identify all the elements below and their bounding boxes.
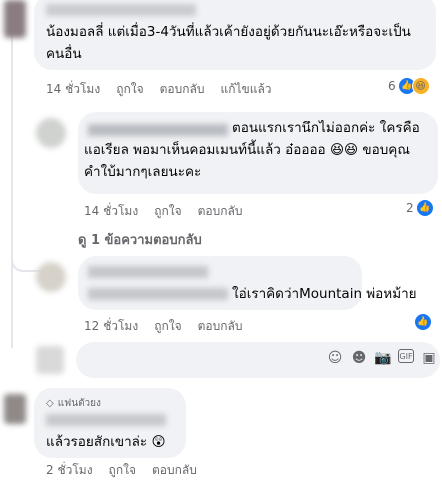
haha-icon: 😆	[411, 77, 430, 95]
composer-toolbar: ☺ ☻ 📷 GIF ▣	[326, 349, 438, 367]
like-icon: 👍	[415, 199, 434, 217]
comment-actions: 14 ชั่วโมง ถูกใจ ตอบกลับ แก้ไขแล้ว	[46, 80, 272, 99]
timestamp[interactable]: 2 ชั่วโมง	[46, 461, 93, 480]
commenter-name[interactable]	[46, 414, 166, 426]
timestamp[interactable]: 12 ชั่วโมง	[84, 317, 138, 336]
reaction-count: 6	[388, 79, 396, 93]
sticker-square-icon[interactable]: ▣	[420, 349, 438, 367]
avatar[interactable]	[36, 262, 66, 292]
top-fan-badge: ◇ แฟนตัวยง	[46, 396, 101, 411]
comment-actions: 12 ชั่วโมง ถูกใจ ตอบกลับ	[84, 317, 242, 336]
comment-text: คนอื่น	[46, 46, 82, 62]
commenter-name[interactable]	[88, 124, 228, 136]
comment-text: คำใบ้มากๆเลยนะคะ	[84, 164, 202, 180]
badge-label: แฟนตัวยง	[57, 398, 101, 409]
like-button[interactable]: ถูกใจ	[116, 80, 143, 99]
reply-button[interactable]: ตอบกลับ	[160, 80, 205, 99]
gif-icon[interactable]: GIF	[398, 349, 414, 363]
thread-line	[11, 18, 13, 348]
comment-text: แล้วรอยสักเขาล่ะ 😲	[46, 434, 166, 450]
reaction-summary[interactable]: 2 👍	[406, 199, 434, 217]
comment-actions: 2 ชั่วโมง ถูกใจ ตอบกลับ	[46, 461, 197, 480]
reply-button[interactable]: ตอบกลับ	[198, 317, 243, 336]
diamond-icon: ◇	[46, 398, 54, 409]
reaction-count: 2	[406, 201, 414, 215]
like-button[interactable]: ถูกใจ	[154, 317, 181, 336]
comment-text: ใอ่เราคิดว่าMountain พ่อหม้าย	[232, 286, 417, 302]
like-button[interactable]: ถูกใจ	[154, 202, 181, 221]
redacted-text	[88, 288, 228, 300]
comment-actions: 14 ชั่วโมง ถูกใจ ตอบกลับ	[84, 202, 242, 221]
sticker-icon[interactable]: ☺	[326, 349, 344, 367]
commenter-name[interactable]	[46, 4, 196, 16]
timestamp[interactable]: 14 ชั่วโมง	[46, 80, 100, 99]
camera-icon[interactable]: 📷	[374, 349, 392, 367]
reaction-summary[interactable]: 6 👍 😆	[388, 77, 430, 95]
comment-text: น้องมอลลี่ แต่เมื่อ3-4วันที่แล้วเค้ายังอ…	[46, 24, 411, 40]
reply-button[interactable]: ตอบกลับ	[152, 461, 197, 480]
commenter-name[interactable]	[88, 266, 208, 278]
like-icon: 👍	[414, 313, 432, 331]
emoji-icon[interactable]: ☻	[350, 349, 368, 367]
composer-avatar	[36, 346, 64, 374]
avatar[interactable]	[36, 118, 66, 148]
reaction-summary[interactable]: 👍	[414, 313, 432, 331]
reply-button[interactable]: ตอบกลับ	[198, 202, 243, 221]
comment-text: แอเรียล พอมาเห็นคอมเมนท์นี้แล้ว อ๋ออออ 😆…	[84, 142, 410, 158]
like-button[interactable]: ถูกใจ	[109, 461, 136, 480]
comment-text: ตอนแรกเรานึกไม่ออกค่ะ ใครคือ	[232, 120, 420, 136]
avatar[interactable]	[4, 394, 26, 424]
edited-label: แก้ไขแล้ว	[220, 82, 272, 96]
avatar[interactable]	[4, 0, 26, 38]
view-replies-link[interactable]: ดู 1 ข้อความตอบกลับ	[78, 229, 202, 250]
timestamp[interactable]: 14 ชั่วโมง	[84, 202, 138, 221]
